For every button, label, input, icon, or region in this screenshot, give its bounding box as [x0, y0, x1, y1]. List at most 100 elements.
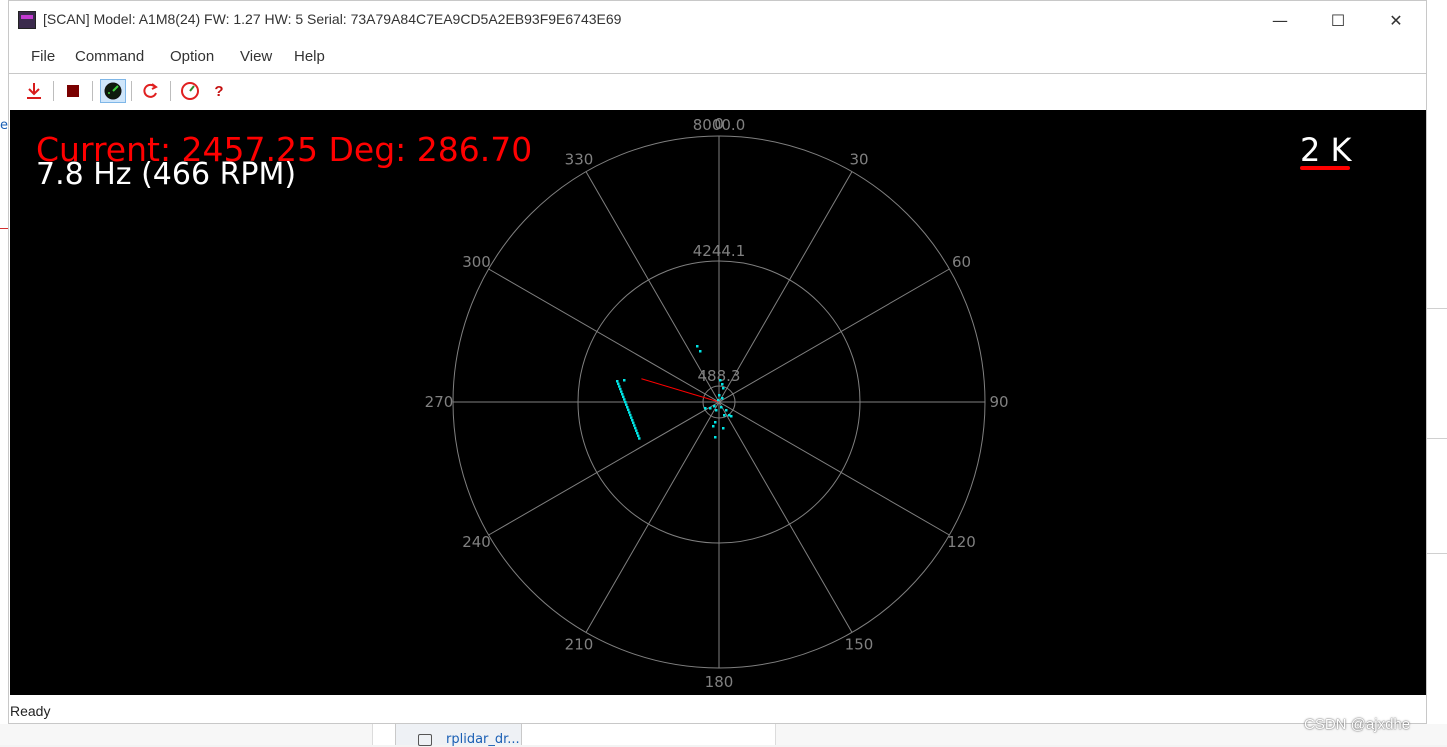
- background-left-panel: [0, 0, 8, 745]
- scan-point: [636, 432, 639, 435]
- scan-point: [619, 387, 622, 391]
- scan-point: [638, 437, 641, 440]
- menu-command[interactable]: Command: [75, 48, 144, 65]
- gauge-icon: [181, 82, 199, 100]
- menu-option[interactable]: Option: [170, 48, 214, 65]
- scan-point: [721, 397, 724, 400]
- scan-view-button[interactable]: [100, 79, 126, 103]
- scan-point: [618, 385, 621, 388]
- scan-point: [623, 379, 626, 382]
- scan-point: [715, 409, 718, 412]
- scan-point: [627, 408, 630, 412]
- ring-label: 4244.1: [693, 242, 746, 260]
- reset-button[interactable]: [137, 79, 163, 103]
- refresh-icon: [143, 83, 158, 98]
- scan-point: [635, 429, 638, 432]
- scan-point: [717, 399, 720, 402]
- angle-label: 240: [462, 533, 491, 551]
- angle-label: 90: [989, 393, 1008, 411]
- app-icon: [18, 11, 36, 29]
- ring-label: 488.3: [698, 367, 741, 385]
- download-button[interactable]: [21, 79, 47, 103]
- scan-point: [634, 426, 637, 430]
- scan-point: [712, 425, 715, 428]
- scan-point: [616, 380, 619, 383]
- download-icon: [27, 83, 41, 99]
- scan-point: [714, 436, 717, 439]
- menu-file[interactable]: File: [31, 48, 55, 65]
- scan-point: [696, 345, 699, 348]
- toolbar-separator: [53, 81, 54, 101]
- scan-point: [631, 419, 634, 422]
- scan-point: [633, 424, 636, 427]
- scan-point: [723, 414, 726, 417]
- background-left-divider: [0, 228, 8, 229]
- scan-point: [699, 350, 702, 353]
- scan-point: [626, 406, 629, 409]
- radar-icon: [104, 82, 122, 100]
- title-bar[interactable]: [SCAN] Model: A1M8(24) FW: 1.27 HW: 5 Se…: [9, 1, 1426, 39]
- scan-point: [725, 409, 728, 412]
- angle-label: 60: [952, 253, 971, 271]
- scan-point: [718, 394, 721, 397]
- scale-label: 2 K: [1300, 131, 1352, 169]
- watermark: CSDN @ajxdhe: [1304, 716, 1411, 733]
- angle-label: 30: [849, 151, 868, 169]
- window-title: [SCAN] Model: A1M8(24) FW: 1.27 HW: 5 Se…: [43, 11, 622, 27]
- menu-view[interactable]: View: [240, 48, 272, 65]
- toolbar: ?: [9, 74, 1426, 108]
- scan-point: [730, 415, 733, 418]
- maximize-button[interactable]: ☐: [1309, 1, 1367, 39]
- menu-bar: File Command Option View Help: [9, 41, 1426, 74]
- scan-point: [709, 407, 712, 410]
- scan-window: [SCAN] Model: A1M8(24) FW: 1.27 HW: 5 Se…: [8, 0, 1427, 724]
- minimize-button[interactable]: —: [1251, 1, 1309, 39]
- scan-view[interactable]: 8000.0 4244.1 488.3 0 30 60 90 120 150 180 210 240 2…: [10, 110, 1426, 695]
- stop-icon: [67, 85, 79, 97]
- toolbar-separator: [131, 81, 132, 101]
- angle-label: 120: [947, 533, 976, 551]
- scan-point: [704, 407, 707, 410]
- scan-point: [629, 413, 632, 417]
- toolbar-separator: [170, 81, 171, 101]
- scan-point: [720, 406, 723, 409]
- scan-point: [622, 395, 625, 399]
- scan-point: [628, 411, 631, 414]
- scale-bar: [1300, 166, 1350, 170]
- help-button[interactable]: ?: [206, 79, 232, 103]
- background-right-divider: [1427, 553, 1447, 554]
- angle-label: 300: [462, 253, 491, 271]
- scan-point: [714, 421, 717, 424]
- menu-help[interactable]: Help: [294, 48, 325, 65]
- scan-point: [617, 382, 620, 386]
- scan-point: [625, 403, 628, 406]
- background-right-divider: [1427, 308, 1447, 309]
- angle-label: 150: [845, 635, 874, 653]
- scan-point: [621, 393, 624, 396]
- scan-point: [719, 379, 722, 382]
- toolbar-separator: [92, 81, 93, 101]
- scan-point: [623, 398, 626, 401]
- background-right-panel: [1427, 0, 1447, 745]
- scan-point: [722, 387, 725, 390]
- file-icon: [418, 734, 432, 746]
- frequency-reading: 7.8 Hz (466 RPM): [36, 157, 297, 192]
- angle-label: 180: [705, 673, 734, 691]
- scan-point: [722, 427, 725, 430]
- angle-label: 210: [565, 635, 594, 653]
- scan-point: [620, 390, 623, 393]
- stop-button[interactable]: [60, 79, 86, 103]
- angle-label: 270: [425, 393, 454, 411]
- angle-label: 0: [714, 115, 724, 133]
- scan-point: [624, 400, 627, 404]
- angle-label: 330: [565, 151, 594, 169]
- close-button[interactable]: ✕: [1367, 1, 1425, 39]
- background-right-divider: [1427, 438, 1447, 439]
- motor-speed-button[interactable]: [177, 79, 203, 103]
- scan-point: [632, 421, 635, 425]
- status-bar: Ready: [9, 699, 1426, 724]
- background-left-text: e: [0, 118, 8, 133]
- scan-point: [713, 405, 716, 408]
- polar-plot: 8000.04244.1488.303060901201501802102402…: [425, 115, 1009, 691]
- status-text: Ready: [10, 703, 51, 719]
